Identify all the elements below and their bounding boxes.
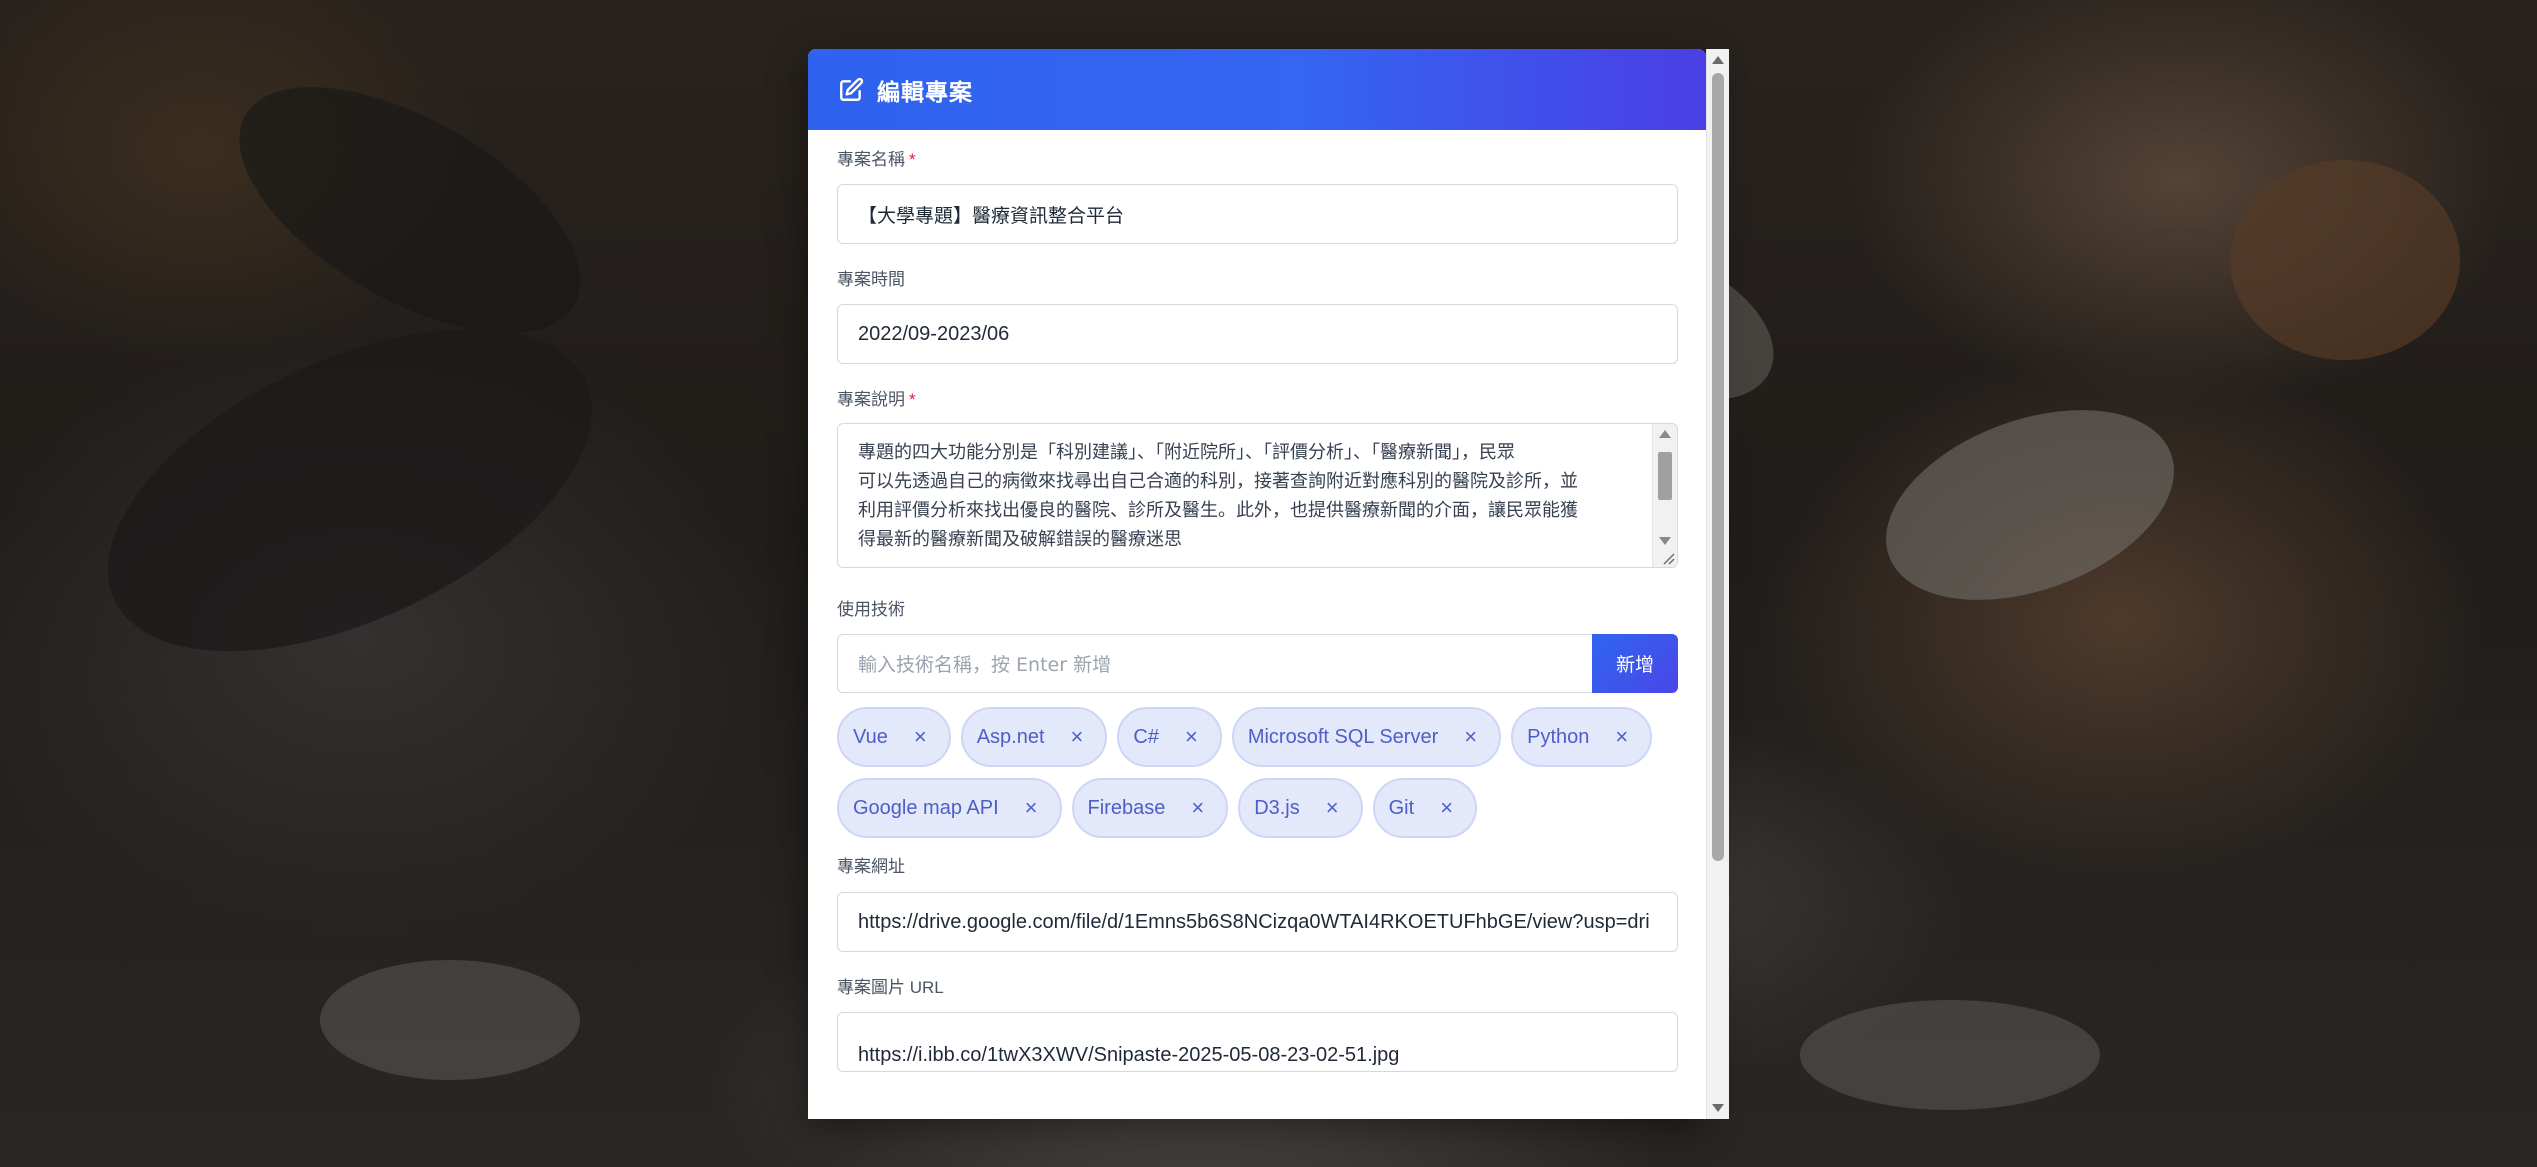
resize-handle-icon[interactable] [1661, 551, 1675, 565]
modal-scroll-thumb[interactable] [1712, 73, 1724, 861]
tech-tag: Asp.net × [960, 707, 1108, 767]
remove-tag-icon[interactable]: × [1025, 797, 1038, 819]
tag-label: D3.js [1254, 796, 1300, 819]
tech-input-row: 輸入技術名稱，按 Enter 新增 新增 [837, 634, 1678, 693]
scroll-up-arrow-icon[interactable] [1712, 56, 1724, 64]
project-name-label: 專案名稱 * [837, 149, 1677, 171]
tag-label: Google map API [853, 796, 999, 819]
remove-tag-icon[interactable]: × [1615, 726, 1628, 748]
remove-tag-icon[interactable]: × [1464, 726, 1477, 748]
remove-tag-icon[interactable]: × [1191, 797, 1204, 819]
description-line: 利用評價分析來找出優良的醫院、診所及醫生。此外，也提供醫療新聞的介面，讓民眾能獲 [858, 500, 1578, 521]
scroll-up-arrow-icon[interactable] [1659, 430, 1671, 438]
tech-tag: Python × [1511, 707, 1653, 767]
project-url-label: 專案網址 [837, 857, 905, 876]
tag-label: Firebase [1087, 796, 1166, 819]
project-description-textarea[interactable]: 專題的四大功能分別是「科別建議」、「附近院所」、「評價分析」、「醫療新聞」，民眾… [837, 423, 1678, 568]
description-line: 專題的四大功能分別是「科別建議」、「附近院所」、「評價分析」、「醫療新聞」，民眾 [858, 442, 1515, 463]
edit-project-modal: 編輯專案 專案名稱 * 【大學專題】醫療資訊整合平台 專案時間 2022/09-2… [808, 49, 1706, 1119]
modal-scrollbar[interactable] [1706, 49, 1729, 1119]
project-url-input[interactable]: https://drive.google.com/file/d/1Emns5b6… [837, 892, 1678, 952]
tech-tag: Firebase × [1071, 778, 1229, 838]
textarea-scrollbar[interactable] [1652, 424, 1677, 567]
remove-tag-icon[interactable]: × [914, 726, 927, 748]
remove-tag-icon[interactable]: × [1440, 797, 1453, 819]
project-description-label: 專案說明 * [837, 389, 1677, 411]
project-description-label-text: 專案說明 [837, 390, 905, 409]
remove-tag-icon[interactable]: × [1185, 726, 1198, 748]
project-period-label: 專案時間 [837, 270, 905, 289]
description-line: 可以先透過自己的病徵來找尋出自己合適的科別，接著查詢附近對應科別的醫院及診所，並 [858, 471, 1578, 492]
tech-tag: C# × [1117, 707, 1222, 767]
add-tech-button[interactable]: 新增 [1592, 634, 1678, 693]
modal-body: 專案名稱 * 【大學專題】醫療資訊整合平台 專案時間 2022/09-2023/0… [808, 149, 1706, 1072]
project-image-url-input[interactable]: https://i.ibb.co/1twX3XWV/Snipaste-2025-… [837, 1012, 1678, 1072]
modal-title: 編輯專案 [877, 78, 973, 105]
project-image-url-value: https://i.ibb.co/1twX3XWV/Snipaste-2025-… [858, 1044, 1400, 1066]
tech-tag: D3.js × [1238, 778, 1363, 838]
remove-tag-icon[interactable]: × [1071, 726, 1084, 748]
tag-label: Microsoft SQL Server [1247, 725, 1439, 748]
scroll-down-arrow-icon[interactable] [1712, 1104, 1724, 1112]
textarea-scroll-thumb[interactable] [1658, 452, 1672, 500]
tag-label: C# [1133, 725, 1159, 748]
required-mark: * [909, 390, 916, 409]
tag-label: Git [1388, 796, 1415, 819]
tech-tag: Vue × [837, 707, 951, 767]
tag-label: Vue [853, 725, 888, 748]
description-line: 得最新的醫療新聞及破解錯誤的醫療迷思 [858, 529, 1182, 550]
tag-label: Python [1527, 725, 1590, 748]
tech-tag: Microsoft SQL Server × [1231, 707, 1502, 767]
project-name-label-text: 專案名稱 [837, 150, 905, 169]
tech-label: 使用技術 [837, 600, 905, 619]
project-image-url-label: 專案圖片 URL [837, 978, 944, 997]
project-period-input[interactable]: 2022/09-2023/06 [837, 304, 1678, 364]
scroll-down-arrow-icon[interactable] [1659, 537, 1671, 545]
tech-tag-list: Vue × Asp.net × C# × Microsoft SQL Server × … [837, 707, 1678, 838]
required-mark: * [909, 150, 916, 169]
remove-tag-icon[interactable]: × [1326, 797, 1339, 819]
tech-tag: Google map API × [837, 778, 1062, 838]
tech-input[interactable]: 輸入技術名稱，按 Enter 新增 [837, 634, 1592, 693]
tech-tag: Git × [1372, 778, 1478, 838]
edit-icon [838, 77, 864, 103]
tag-label: Asp.net [976, 725, 1045, 748]
project-name-input[interactable]: 【大學專題】醫療資訊整合平台 [837, 184, 1678, 244]
modal-header: 編輯專案 [808, 49, 1706, 130]
